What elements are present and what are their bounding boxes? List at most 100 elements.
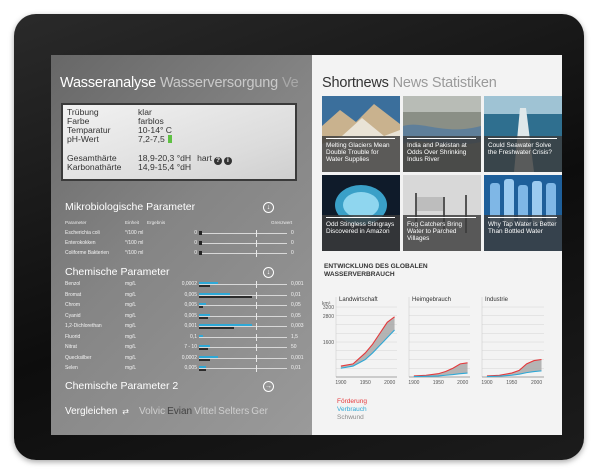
parameter-limit: 0 xyxy=(291,240,294,246)
y-tick-label: 1600 xyxy=(323,340,334,346)
news-tile[interactable]: India and Pakistan at Odds Over Shrinkin… xyxy=(403,96,481,172)
parameter-name: Bromat xyxy=(65,291,82,298)
x-tick-label: 1950 xyxy=(506,380,517,386)
brand-volvic[interactable]: Volvic xyxy=(139,406,165,417)
col-header-limit: Grenzwert xyxy=(271,220,293,225)
value-track xyxy=(199,315,287,317)
parameter-name: Coliforme Bakterien xyxy=(65,250,109,256)
parameter-unit: */100 ml xyxy=(125,240,144,246)
x-tick-label: 1900 xyxy=(481,380,492,386)
value-track xyxy=(199,347,287,348)
hub-title-wasseranalyse[interactable]: Wasseranalyse xyxy=(60,75,156,91)
reference-bar xyxy=(199,295,252,298)
reference-bar xyxy=(199,306,203,308)
shuffle-icon[interactable]: ⇄ xyxy=(122,407,129,416)
parameter-value: 0 xyxy=(194,230,197,236)
news-panel: Shortnews News Statistiken Melting Glaci… xyxy=(312,55,562,435)
chevron-down-icon[interactable]: ↓ xyxy=(263,202,274,213)
value-track xyxy=(199,253,287,254)
news-caption: India and Pakistan at Odds Over Shrinkin… xyxy=(403,136,481,172)
limit-tick xyxy=(256,365,257,372)
x-tick-label: 1950 xyxy=(360,380,371,386)
news-caption: Could Seawater Solve the Freshwater Cris… xyxy=(484,136,562,172)
chevron-down-icon[interactable]: ↓ xyxy=(263,267,274,278)
y-tick-label: 2800 xyxy=(323,314,334,320)
parameter-row: Bromat mg/L 0,005 0,01 xyxy=(65,291,309,300)
parameter-unit: */100 ml xyxy=(125,230,144,236)
parameter-name: Cyanid xyxy=(65,312,81,319)
news-tile[interactable]: Melting Glaciers Mean Double Trouble for… xyxy=(322,96,400,172)
parameter-unit: mg/L xyxy=(125,302,137,308)
chem2-section-title[interactable]: Chemische Parameter 2 xyxy=(65,380,178,392)
news-tile[interactable]: Odd Stingless Stingrays Discovered in Am… xyxy=(322,175,400,251)
panel-title: Landwirtschaft xyxy=(339,297,378,303)
parameter-name: 1,2-Dichlorethan xyxy=(65,323,102,329)
compare-label[interactable]: Vergleichen xyxy=(65,406,117,417)
legend-schwund: Schwund xyxy=(337,413,364,421)
parameter-unit: mg/L xyxy=(125,333,137,340)
measured-bar xyxy=(199,313,210,316)
hub-title-statistiken[interactable]: Statistiken xyxy=(432,75,497,91)
value-track xyxy=(199,233,287,234)
parameter-limit: 50 xyxy=(291,344,297,350)
parameter-name: Nitrat xyxy=(65,344,77,350)
parameter-row: Quecksilber mg/L 0,0002 0,001 xyxy=(65,354,309,363)
hub-title-next-cut[interactable]: Ve xyxy=(282,75,299,91)
news-caption: Why Tap Water is Better Than Bottled Wat… xyxy=(484,215,562,251)
parameter-value: 0,001 xyxy=(184,323,197,329)
hardness-label: hart xyxy=(197,153,212,163)
x-tick-label: 1900 xyxy=(408,380,419,386)
limit-tick xyxy=(256,230,257,237)
parameter-row: Cyanid mg/L 0,005 0,05 xyxy=(65,312,309,321)
brand-selters[interactable]: Selters xyxy=(218,406,249,417)
reference-bar xyxy=(199,327,234,329)
legend-foerderung: Förderung xyxy=(337,398,367,405)
parameter-value: 0,0002 xyxy=(181,354,197,361)
parameter-value: 0 xyxy=(194,240,197,246)
parameter-value: 0,005 xyxy=(184,302,197,308)
micro-section-title[interactable]: Mikrobiologische Parameter xyxy=(65,201,195,213)
news-caption: Melting Glaciers Mean Double Trouble for… xyxy=(322,136,400,172)
help-icon[interactable]: ? xyxy=(213,157,222,165)
schwund-area xyxy=(486,359,542,377)
hub-title-wasserversorgung[interactable]: Wasserversorgung xyxy=(160,75,278,91)
brand-vittel[interactable]: Vittel xyxy=(194,406,216,417)
brand-evian[interactable]: Evian xyxy=(167,406,192,417)
legend-verbrauch: Verbrauch xyxy=(337,405,367,413)
parameter-limit: 0,05 xyxy=(291,302,301,308)
hub-title-news[interactable]: News xyxy=(393,75,429,91)
news-tile[interactable]: Could Seawater Solve the Freshwater Cris… xyxy=(484,96,562,172)
parameter-limit: 0,01 xyxy=(291,291,301,298)
limit-tick xyxy=(256,250,257,257)
parameter-value: 0,005 xyxy=(184,291,197,298)
chevron-right-icon[interactable]: → xyxy=(263,381,274,392)
water-usage-chart: km³160028003200Landwirtschaft1900 1950 200… xyxy=(322,297,544,386)
parameter-limit: 0,003 xyxy=(291,323,304,329)
hub-title-shortnews[interactable]: Shortnews xyxy=(322,75,389,91)
info-icon[interactable]: i xyxy=(223,157,232,165)
news-tile[interactable]: Why Tap Water is Better Than Bottled Wat… xyxy=(484,175,562,251)
parameter-row: 1,2-Dichlorethan mg/L 0,001 0,003 xyxy=(65,322,309,331)
parameter-row: Enterokokken */100 ml 0 0 xyxy=(65,239,309,248)
panel-title: Heimgebrauch xyxy=(412,297,451,303)
water-properties-box: Trübung klar Farbe farblos Temparatur 10-14… xyxy=(61,103,297,181)
measured-bar xyxy=(199,282,218,284)
x-tick-label: 2000 xyxy=(384,380,395,386)
parameter-limit: 0,01 xyxy=(291,365,301,371)
x-tick-label: 2000 xyxy=(531,380,542,386)
parameter-row: Selen mg/L 0,005 0,01 xyxy=(65,364,309,373)
col-header-parameter: Parameter xyxy=(65,220,87,225)
x-tick-label: 1900 xyxy=(335,380,346,386)
parameter-limit: 0,001 xyxy=(291,281,304,287)
value-track xyxy=(199,336,287,338)
parameter-value: 0 xyxy=(194,250,197,256)
parameter-limit: 1,5 xyxy=(291,333,298,340)
chem-section-title[interactable]: Chemische Parameter xyxy=(65,266,169,278)
value-track xyxy=(199,284,287,285)
measured-bar xyxy=(199,324,252,326)
y-tick-label: 3200 xyxy=(323,305,334,311)
value-marker xyxy=(199,231,202,235)
news-tile[interactable]: Fog Catchers Bring Water to Parched Vill… xyxy=(403,175,481,251)
brand-ger[interactable]: Ger xyxy=(251,406,268,417)
parameter-limit: 0,001 xyxy=(291,354,304,361)
